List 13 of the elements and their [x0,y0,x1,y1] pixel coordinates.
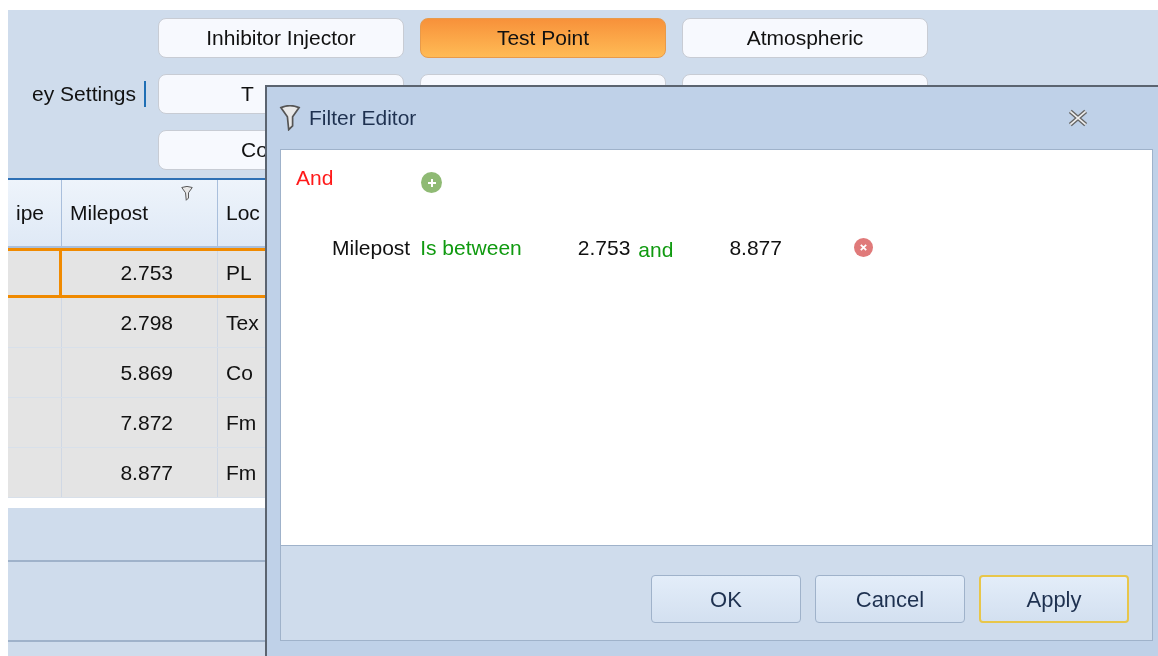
table-cell-text: Fm [226,459,257,486]
table-cell-text: Fm [226,409,257,436]
table-cell-text: Tex [226,309,259,336]
window-title: Filter Editor [309,105,417,132]
table-cell-text: Co [226,359,253,386]
table-cell-text: 2.798 [120,309,173,336]
table-cell-text: 2.753 [120,260,173,287]
table-cell-text: PL [226,260,252,287]
table-cell-text: 8.877 [120,459,173,486]
section-label: ey Settings [32,81,136,108]
value-joiner: and [638,236,674,263]
table-cell-text: 7.872 [120,409,173,436]
table-cell-text: 5.869 [120,359,173,386]
